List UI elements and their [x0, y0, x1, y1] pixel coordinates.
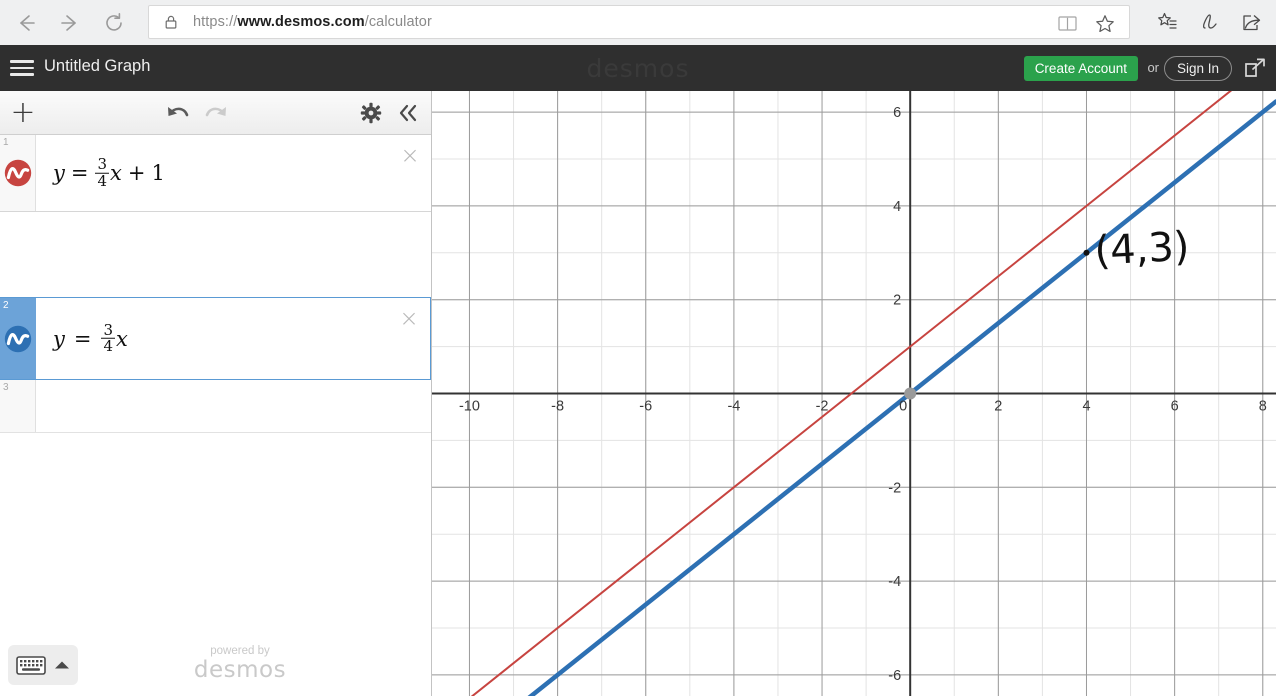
- keyboard-toggle-button[interactable]: [8, 645, 78, 685]
- expression-row-1[interactable]: 1 y = 3 4 x + 1 ×: [0, 135, 431, 212]
- expression-toolbar: +: [0, 91, 431, 135]
- expression-math-1: y = 3 4 x + 1: [53, 154, 165, 190]
- graph-svg[interactable]: -10 -8 -6 -4 -2 2 4 6 8 6 4 2 -2 -4 -6 0 (4,3): [432, 91, 1276, 696]
- expr1-denominator: 4: [95, 171, 110, 190]
- expr2-variable: x: [116, 326, 128, 351]
- expression-body-3[interactable]: [36, 380, 431, 432]
- page-title[interactable]: Untitled Graph: [44, 57, 150, 76]
- redo-arrow-icon[interactable]: [200, 97, 232, 129]
- axes: [432, 91, 1276, 696]
- svg-text:-6: -6: [888, 668, 901, 684]
- or-label: or: [1147, 60, 1159, 75]
- expression-math-2: y = 3 4 x: [53, 320, 128, 355]
- expr2-lhs: y: [53, 326, 65, 351]
- create-account-button[interactable]: Create Account: [1023, 56, 1138, 81]
- expr1-numerator: 3: [97, 154, 108, 173]
- delete-expression-2[interactable]: ×: [398, 308, 420, 331]
- expression-row-3[interactable]: 3: [0, 380, 431, 433]
- expr1-constant: 1: [151, 161, 165, 185]
- delete-expression-1[interactable]: ×: [399, 145, 421, 168]
- svg-text:-6: -6: [639, 399, 652, 415]
- url-scheme: https://: [193, 14, 238, 30]
- lock-icon: [165, 15, 177, 29]
- curve-color-icon-1[interactable]: [4, 159, 32, 187]
- browser-chrome: https://www.desmos.com/calculator: [0, 0, 1276, 45]
- desmos-header: desmos Untitled Graph Create Account or …: [0, 45, 1276, 91]
- url-text: https://www.desmos.com/calculator: [193, 14, 432, 30]
- gear-icon[interactable]: [355, 97, 387, 129]
- svg-text:-2: -2: [816, 399, 829, 415]
- graph-canvas[interactable]: -10 -8 -6 -4 -2 2 4 6 8 6 4 2 -2 -4 -6 0 (4,3): [432, 91, 1276, 696]
- url-path: /calculator: [364, 14, 432, 30]
- reader-view-icon[interactable]: [1058, 15, 1077, 37]
- powered-by-desmos: powered by desmos: [170, 645, 310, 683]
- favorites-icon[interactable]: [1152, 7, 1182, 37]
- curve-color-icon-2[interactable]: [4, 325, 32, 353]
- share-icon[interactable]: [1236, 7, 1266, 37]
- expression-body-2[interactable]: y = 3 4 x ×: [36, 298, 430, 379]
- svg-text:2: 2: [893, 293, 901, 309]
- expression-panel: + 1 y = 3 4 x + 1 × 2 y = 3 4 x × 3 powe…: [0, 91, 432, 696]
- powered-by-logo: desmos: [193, 657, 287, 683]
- expression-index-cell-1: 1: [0, 135, 36, 211]
- expr1-plus: +: [127, 161, 146, 185]
- svg-text:2: 2: [994, 399, 1002, 415]
- svg-text:0: 0: [899, 399, 907, 415]
- expression-index-cell-2: 2: [0, 298, 36, 379]
- expression-index-cell-3: 3: [0, 380, 36, 432]
- expr1-eq: =: [70, 161, 89, 185]
- expr2-denominator: 4: [101, 337, 116, 355]
- expr2-eq: =: [73, 326, 92, 351]
- reload-icon[interactable]: [96, 5, 132, 41]
- notes-pen-icon[interactable]: [1195, 7, 1225, 37]
- svg-text:(4,3): (4,3): [1093, 224, 1190, 275]
- sign-in-button[interactable]: Sign In: [1163, 56, 1232, 81]
- caret-up-icon: [54, 661, 69, 669]
- svg-text:-10: -10: [459, 399, 480, 415]
- back-arrow-icon[interactable]: [8, 5, 44, 41]
- address-bar[interactable]: https://www.desmos.com/calculator: [148, 5, 1130, 39]
- keyboard-icon: [15, 655, 46, 675]
- undo-arrow-icon[interactable]: [162, 97, 194, 129]
- svg-text:6: 6: [893, 105, 901, 121]
- svg-text:4: 4: [1082, 399, 1090, 415]
- svg-text:6: 6: [1171, 399, 1179, 415]
- forward-arrow-icon[interactable]: [52, 5, 88, 41]
- double-chevron-left-icon[interactable]: [392, 97, 424, 129]
- expression-number-1: 1: [3, 137, 9, 148]
- svg-text:-2: -2: [888, 480, 901, 496]
- bookmark-star-icon[interactable]: [1095, 14, 1115, 39]
- expression-number-2: 2: [3, 300, 9, 311]
- expr1-variable: x: [110, 161, 122, 185]
- expression-number-3: 3: [3, 382, 9, 393]
- expr1-fraction: 3 4: [95, 154, 110, 190]
- url-host: www.desmos.com: [237, 14, 365, 30]
- expr1-lhs: y: [53, 161, 65, 185]
- svg-text:4: 4: [893, 199, 901, 215]
- expr2-fraction: 3 4: [101, 320, 116, 355]
- expr2-numerator: 3: [103, 320, 114, 339]
- add-expression-button[interactable]: +: [8, 96, 38, 129]
- powered-by-label: powered by: [210, 645, 270, 657]
- handwritten-annotations: (4,3): [1093, 224, 1190, 275]
- svg-text:-4: -4: [888, 574, 901, 590]
- svg-text:-8: -8: [551, 399, 564, 415]
- svg-text:8: 8: [1259, 399, 1267, 415]
- expression-body-1[interactable]: y = 3 4 x + 1 ×: [36, 135, 431, 211]
- hamburger-menu-icon[interactable]: [10, 56, 34, 80]
- expression-row-2[interactable]: 2 y = 3 4 x ×: [0, 297, 431, 380]
- share-export-icon[interactable]: [1242, 56, 1268, 80]
- svg-text:-4: -4: [727, 399, 740, 415]
